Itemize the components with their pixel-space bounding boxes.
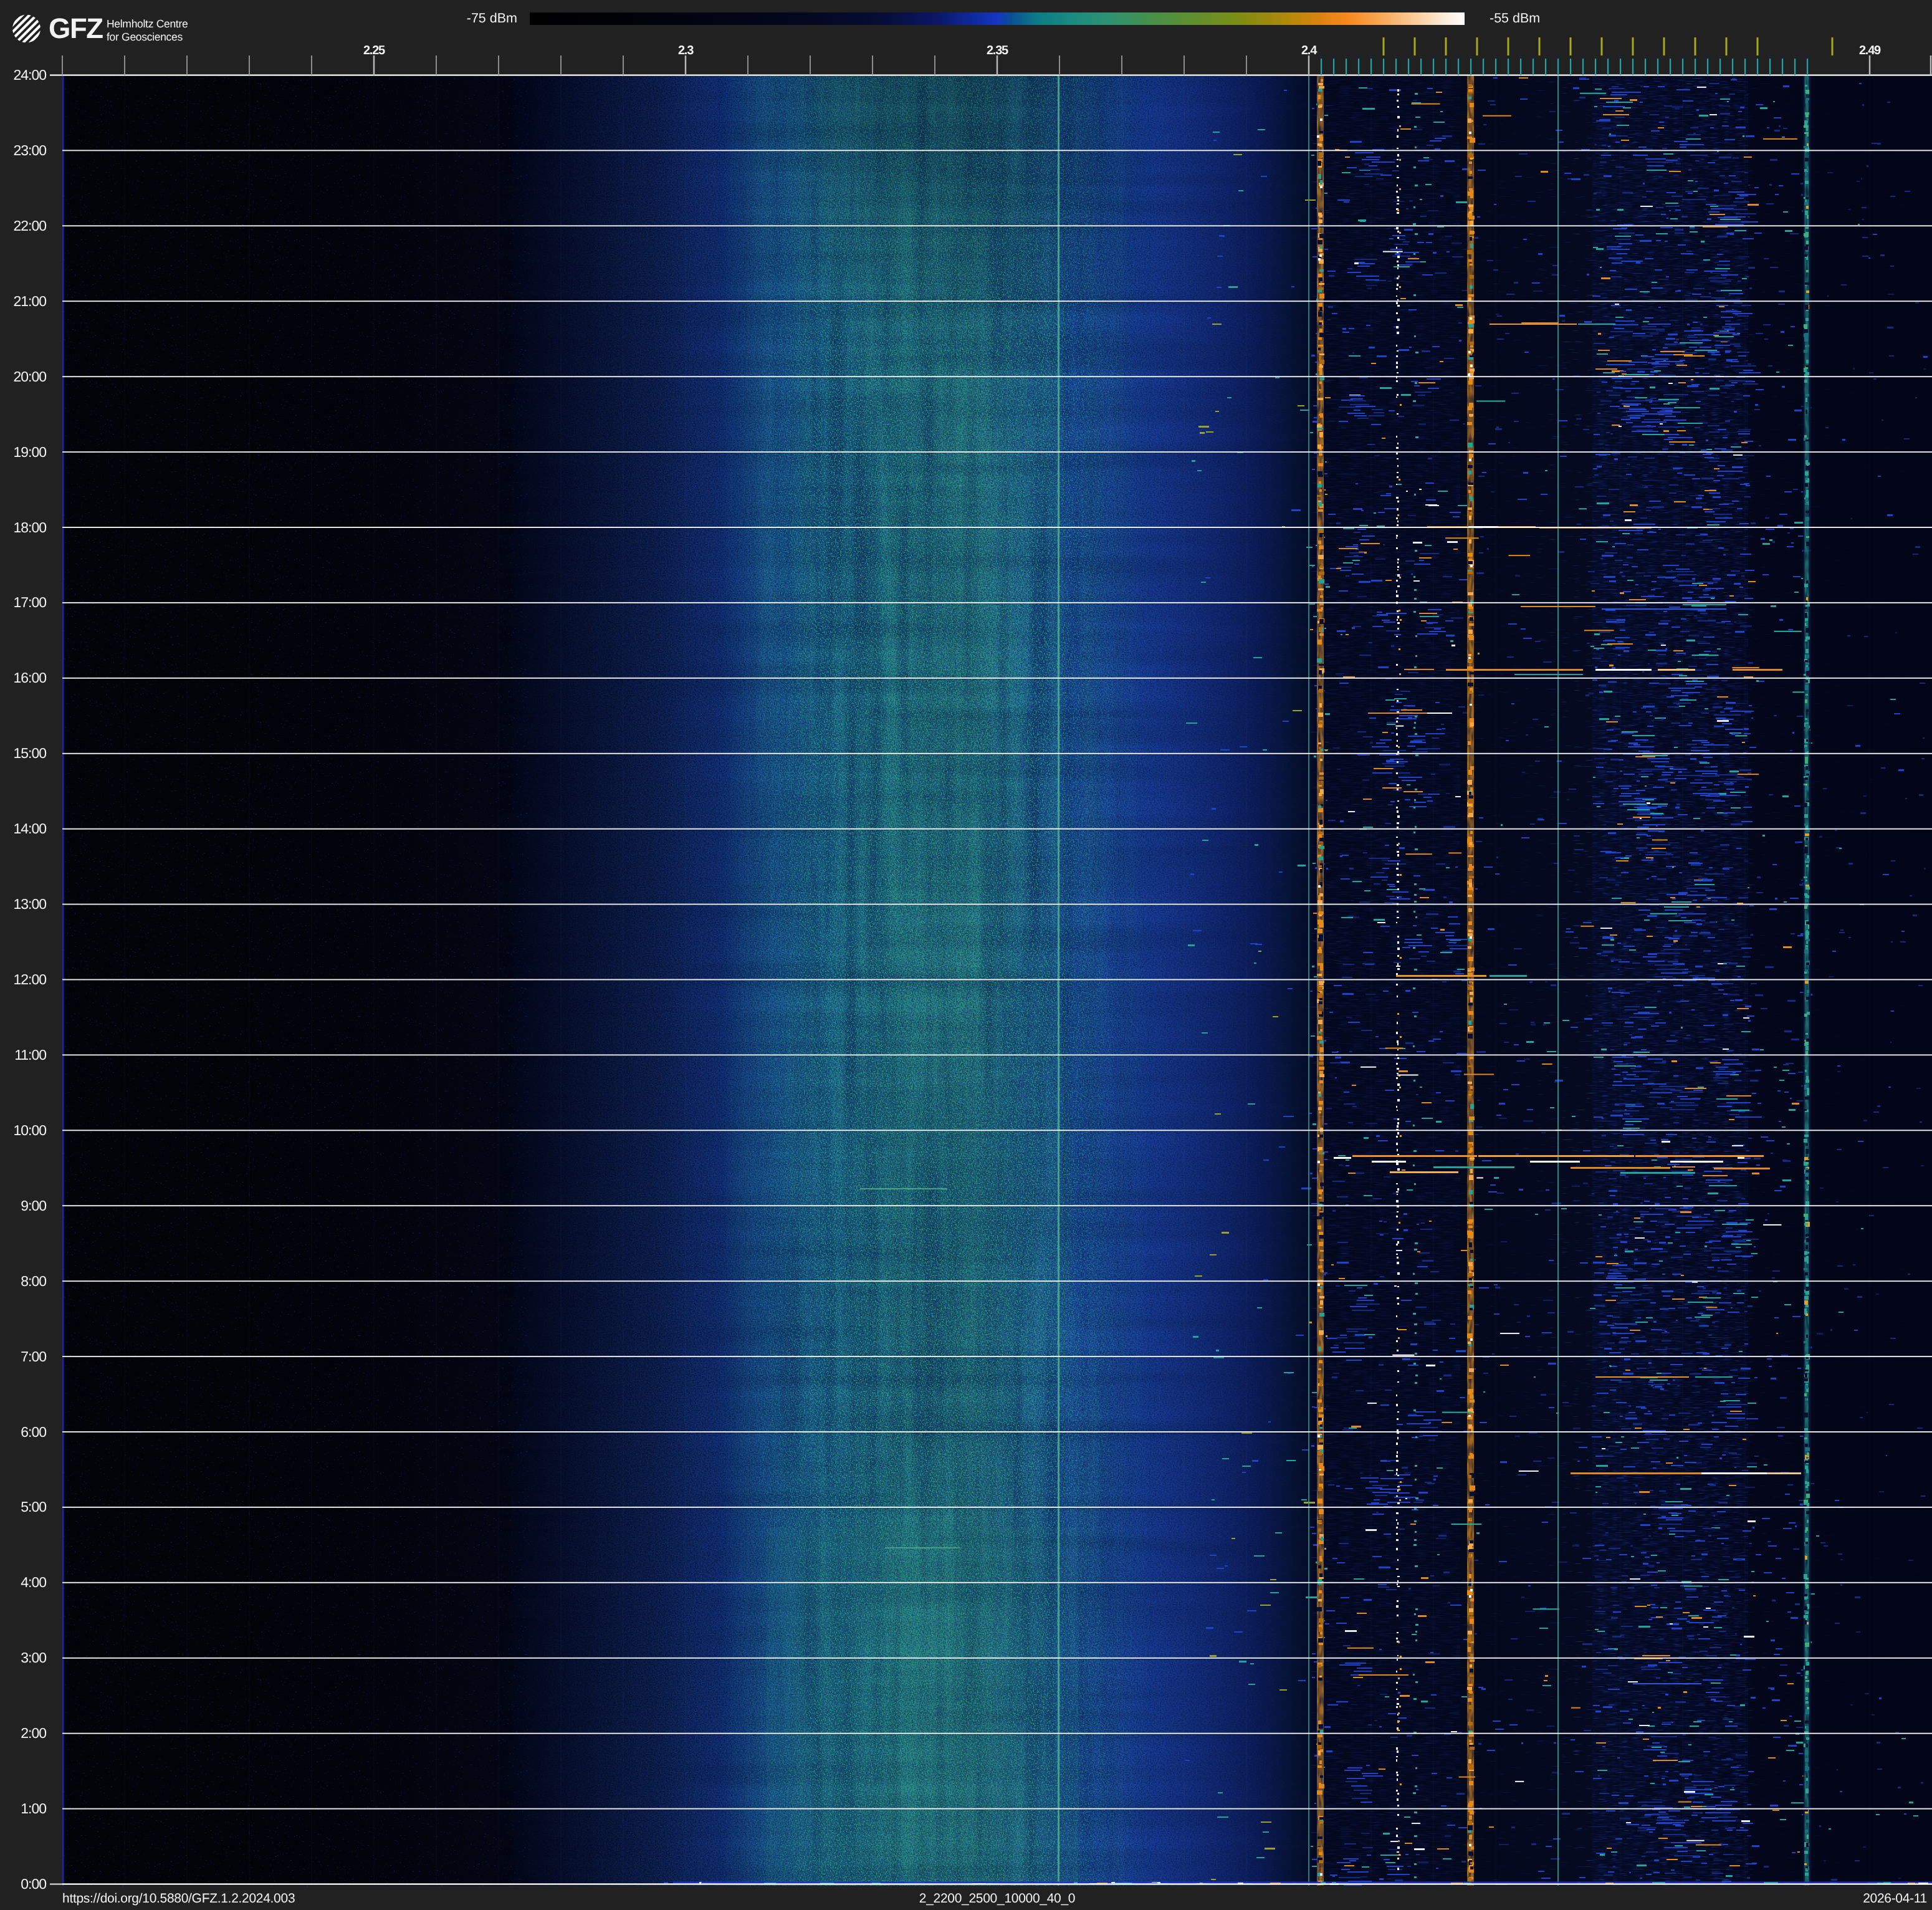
svg-text:20:00: 20:00 — [13, 368, 46, 385]
svg-text:2026-04-11: 2026-04-11 — [1863, 1891, 1927, 1906]
svg-text:24:00: 24:00 — [13, 67, 46, 83]
svg-text:5:00: 5:00 — [21, 1499, 46, 1515]
svg-text:21:00: 21:00 — [13, 293, 46, 309]
svg-text:15:00: 15:00 — [13, 745, 46, 761]
svg-text:for Geosciences: for Geosciences — [107, 31, 183, 43]
svg-text:19:00: 19:00 — [13, 444, 46, 460]
svg-text:18:00: 18:00 — [13, 519, 46, 535]
svg-text:2_2200_2500_10000_40_0: 2_2200_2500_10000_40_0 — [919, 1891, 1075, 1906]
svg-text:11:00: 11:00 — [14, 1047, 46, 1063]
svg-text:2.25: 2.25 — [363, 44, 385, 57]
svg-text:12:00: 12:00 — [13, 971, 46, 987]
svg-text:https://doi.org/10.5880/GFZ.1.: https://doi.org/10.5880/GFZ.1.2.2024.003 — [62, 1891, 295, 1906]
svg-text:22:00: 22:00 — [13, 218, 46, 234]
svg-text:2.3: 2.3 — [678, 44, 694, 57]
svg-text:10:00: 10:00 — [13, 1122, 46, 1138]
svg-text:4:00: 4:00 — [21, 1574, 46, 1590]
svg-text:16:00: 16:00 — [13, 669, 46, 686]
svg-text:17:00: 17:00 — [13, 594, 46, 610]
svg-text:14:00: 14:00 — [13, 820, 46, 837]
svg-text:13:00: 13:00 — [13, 896, 46, 912]
svg-text:8:00: 8:00 — [21, 1273, 46, 1289]
svg-text:2.35: 2.35 — [987, 44, 1008, 57]
svg-text:2:00: 2:00 — [21, 1725, 46, 1741]
svg-text:-75 dBm: -75 dBm — [467, 11, 517, 26]
svg-text:7:00: 7:00 — [21, 1348, 46, 1365]
svg-text:9:00: 9:00 — [21, 1197, 46, 1214]
svg-text:GFZ: GFZ — [49, 12, 103, 44]
svg-text:2.49: 2.49 — [1859, 44, 1881, 57]
svg-text:23:00: 23:00 — [13, 142, 46, 158]
svg-text:3:00: 3:00 — [21, 1649, 46, 1666]
svg-text:2.4: 2.4 — [1301, 44, 1317, 57]
svg-text:0:00: 0:00 — [21, 1876, 46, 1892]
svg-text:-55 dBm: -55 dBm — [1490, 11, 1540, 26]
svg-text:Helmholtz Centre: Helmholtz Centre — [107, 17, 188, 30]
svg-text:6:00: 6:00 — [21, 1424, 46, 1440]
svg-text:1:00: 1:00 — [21, 1800, 46, 1816]
